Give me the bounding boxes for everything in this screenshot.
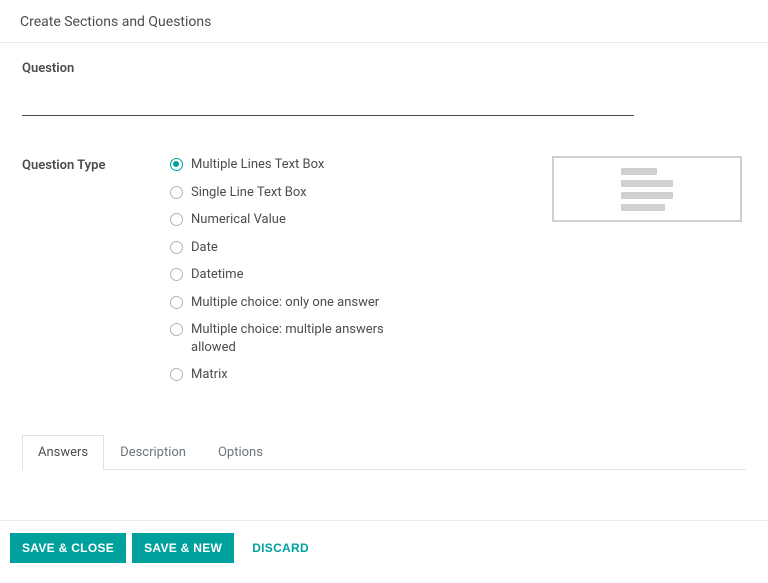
- radio-numerical[interactable]: Numerical Value: [170, 211, 400, 229]
- question-type-row: Question Type Multiple Lines Text Box Si…: [22, 156, 746, 394]
- radio-icon: [170, 368, 183, 381]
- modal-footer: Save & Close Save & New Discard: [0, 520, 768, 577]
- tab-answers[interactable]: Answers: [22, 435, 104, 470]
- tab-description[interactable]: Description: [104, 435, 202, 470]
- radio-label: Multiple choice: only one answer: [191, 294, 379, 312]
- radio-label: Numerical Value: [191, 211, 286, 229]
- radio-datetime[interactable]: Datetime: [170, 266, 400, 284]
- radio-label: Date: [191, 239, 218, 257]
- radio-mc-one[interactable]: Multiple choice: only one answer: [170, 294, 400, 312]
- radio-label: Matrix: [191, 366, 228, 384]
- radio-label: Multiple choice: multiple answers allowe…: [191, 321, 400, 356]
- radio-icon: [170, 268, 183, 281]
- radio-icon: [170, 158, 183, 171]
- radio-single-line[interactable]: Single Line Text Box: [170, 184, 400, 202]
- radio-mc-multiple[interactable]: Multiple choice: multiple answers allowe…: [170, 321, 400, 356]
- discard-button[interactable]: Discard: [240, 533, 321, 563]
- modal-body: Question Question Type Multiple Lines Te…: [0, 43, 768, 470]
- question-type-radios: Multiple Lines Text Box Single Line Text…: [170, 156, 400, 394]
- radio-label: Multiple Lines Text Box: [191, 156, 324, 174]
- tab-options[interactable]: Options: [202, 435, 279, 470]
- question-label: Question: [22, 61, 746, 76]
- radio-icon: [170, 213, 183, 226]
- radio-icon: [170, 241, 183, 254]
- radio-icon: [170, 296, 183, 309]
- radio-label: Single Line Text Box: [191, 184, 307, 202]
- tabs: Answers Description Options: [22, 434, 746, 470]
- question-input[interactable]: [22, 90, 634, 116]
- multiline-preview-icon: [621, 168, 673, 211]
- radio-icon: [170, 323, 183, 336]
- type-preview-box: [552, 156, 742, 222]
- save-new-button[interactable]: Save & New: [132, 533, 234, 563]
- radio-multiple-lines[interactable]: Multiple Lines Text Box: [170, 156, 400, 174]
- modal-title: Create Sections and Questions: [0, 0, 768, 43]
- radio-date[interactable]: Date: [170, 239, 400, 257]
- save-close-button[interactable]: Save & Close: [10, 533, 126, 563]
- radio-icon: [170, 186, 183, 199]
- question-type-label: Question Type: [22, 156, 170, 173]
- radio-label: Datetime: [191, 266, 243, 284]
- radio-matrix[interactable]: Matrix: [170, 366, 400, 384]
